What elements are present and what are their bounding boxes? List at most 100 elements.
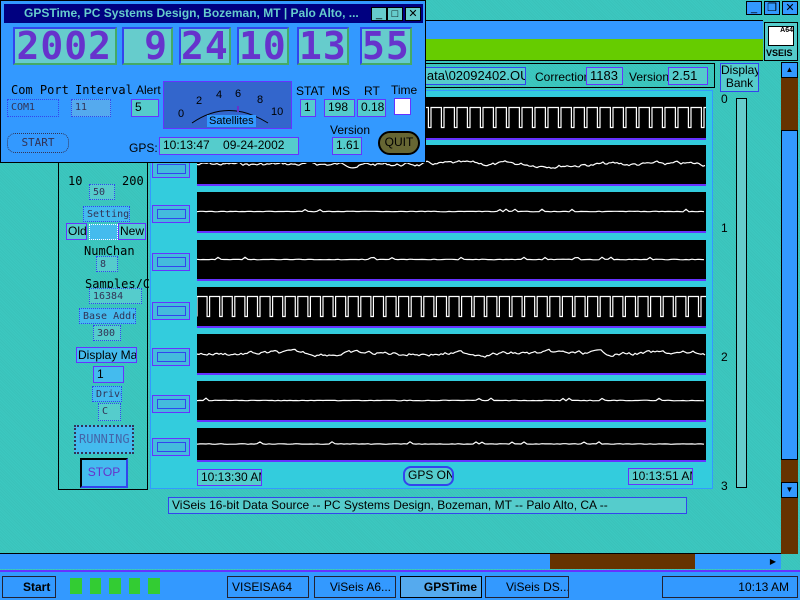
gauge-tick: 6: [235, 88, 242, 100]
gauge-tick: 10: [271, 106, 284, 118]
end-time: 10:13:51 AM: [628, 468, 693, 485]
channel-button[interactable]: [152, 253, 190, 271]
footer-status: ViSeis 16-bit Data Source -- PC Systems …: [168, 497, 687, 514]
quit-button[interactable]: QUIT: [378, 131, 420, 155]
gauge-tick: 0: [178, 108, 185, 120]
correction-label: Correction: [535, 70, 591, 84]
interval-label: Interval: [75, 83, 133, 97]
scroll-down-icon[interactable]: ▼: [781, 482, 798, 498]
channel-trace: [196, 381, 706, 422]
display-mag-input[interactable]: 1: [93, 366, 124, 383]
channel-button[interactable]: [152, 395, 190, 413]
rt-value: 0.18: [357, 99, 386, 117]
settings-toggle[interactable]: [89, 224, 118, 240]
desktop-icon[interactable]: [70, 578, 82, 594]
channel-trace: [196, 334, 706, 375]
day-display: 24: [179, 27, 231, 65]
vertical-scrollbar[interactable]: ▲ ▼: [781, 62, 798, 554]
channel-trace: [196, 287, 712, 328]
alert-input[interactable]: 5: [131, 99, 159, 117]
trace-line: [196, 208, 705, 213]
gps-maximize-button[interactable]: □: [387, 7, 403, 21]
bank-tick-3: 3: [721, 479, 728, 493]
channel-button[interactable]: [152, 302, 190, 320]
start-time: 10:13:30 AM: [197, 469, 262, 486]
search-icon[interactable]: [128, 578, 141, 594]
version-label: Version: [629, 70, 670, 84]
stop-button[interactable]: STOP: [80, 458, 128, 488]
scroll-thumb[interactable]: [781, 130, 798, 460]
gps-version-value: 1.61: [332, 137, 362, 155]
display-mag-label: Display Mag: [76, 347, 137, 363]
gps-on-button[interactable]: GPS ON: [403, 466, 454, 486]
stat-value: 1: [300, 99, 316, 117]
correction-value: 1183: [586, 67, 623, 85]
channel-button[interactable]: [152, 438, 190, 456]
app-icon[interactable]: [109, 578, 121, 594]
trace-line: [196, 441, 705, 445]
new-button[interactable]: New: [118, 223, 146, 240]
minute-display: 13: [297, 27, 349, 65]
scroll-right-icon[interactable]: ▶: [765, 554, 781, 569]
samples-input[interactable]: 16384: [89, 288, 142, 304]
old-button[interactable]: Old: [66, 223, 87, 240]
hour-display: 10: [237, 27, 289, 65]
ie-icon[interactable]: [89, 578, 102, 594]
base-addr-input[interactable]: 300: [93, 325, 121, 341]
rate-input[interactable]: 50: [89, 184, 115, 200]
task-gpstime[interactable]: GPSTime: [400, 576, 482, 598]
numchan-input[interactable]: 8: [96, 256, 118, 272]
channel-button[interactable]: [152, 205, 190, 223]
quicklaunch-icons[interactable]: [70, 578, 160, 594]
bank-tick-0: 0: [721, 92, 728, 106]
task-viseisa64[interactable]: VISEISA64: [227, 576, 309, 598]
time-label: Time: [391, 83, 418, 97]
bank-tick-1: 1: [721, 221, 728, 235]
system-tray: 10:13 AM: [662, 576, 798, 598]
gps-close-button[interactable]: ✕: [405, 7, 421, 21]
time-checkbox[interactable]: [394, 98, 411, 115]
display-bank-slider[interactable]: [736, 98, 747, 488]
second-display: 55: [360, 27, 412, 65]
channel-trace: [196, 192, 706, 233]
gauge-label: Satellites: [207, 115, 256, 127]
task-viseis-a6[interactable]: ViSeis A6...: [314, 576, 396, 598]
bank-tick-2: 2: [721, 350, 728, 364]
close-button[interactable]: ✕: [782, 1, 798, 15]
com-port-label: Com Port: [11, 83, 69, 97]
gps-window: GPSTime, PC Systems Design, Bozeman, MT …: [0, 0, 426, 163]
trace-line: [196, 295, 712, 318]
rt-label: RT: [364, 84, 380, 98]
drive-label: Drive: [92, 386, 122, 402]
task-viseis-ds[interactable]: ViSeis DS...: [485, 576, 569, 598]
hscroll-thumb[interactable]: [550, 554, 695, 569]
start-button-taskbar[interactable]: Start: [2, 576, 56, 598]
gauge-tick: 4: [216, 89, 223, 101]
trace-line: [196, 348, 706, 358]
satellites-gauge: 0 2 4 6 8 10 Satellites: [163, 81, 292, 129]
gps-version-label: Version: [330, 123, 371, 137]
gauge-tick: 8: [257, 94, 264, 106]
gps-title-bar: GPSTime, PC Systems Design, Bozeman, MT …: [4, 4, 423, 23]
scroll-up-icon[interactable]: ▲: [781, 62, 798, 78]
range-max: 200: [122, 174, 144, 188]
channel-button[interactable]: [152, 348, 190, 366]
tool-icon[interactable]: [148, 578, 160, 594]
horizontal-scrollbar[interactable]: ▶: [0, 553, 781, 569]
start-button[interactable]: START: [7, 133, 69, 153]
trace-line: [196, 256, 705, 261]
range-min: 10: [68, 174, 83, 188]
ms-value: 198: [324, 99, 355, 117]
month-display: 9: [122, 27, 173, 65]
restore-button[interactable]: ❐: [764, 1, 780, 15]
gauge-tick: 2: [196, 95, 203, 107]
drive-input[interactable]: C: [98, 403, 121, 421]
gps-minimize-button[interactable]: _: [371, 7, 387, 21]
version-value: 2.51: [668, 67, 708, 85]
com-port-select[interactable]: COM1: [7, 99, 59, 117]
minimize-button[interactable]: _: [746, 1, 762, 15]
gps-label: GPS:: [129, 141, 158, 155]
interval-input[interactable]: 11: [71, 99, 111, 117]
ms-label: MS: [332, 84, 350, 98]
running-button[interactable]: RUNNING: [74, 425, 134, 454]
